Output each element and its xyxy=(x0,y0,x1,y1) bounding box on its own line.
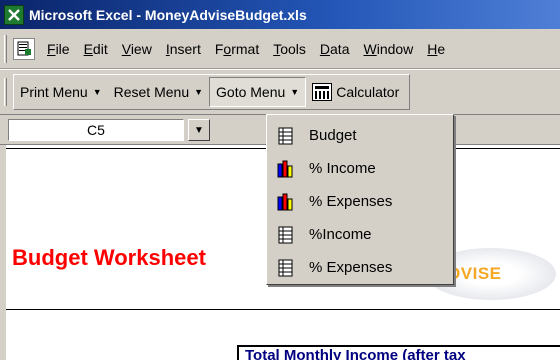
goto-item-percent-income-chart[interactable]: % Income xyxy=(267,152,453,185)
custom-toolbar: Print Menu ▼ Reset Menu ▼ Goto Menu ▼ Ca… xyxy=(0,69,560,115)
worksheet-icon xyxy=(275,126,297,146)
menu-data-label: ata xyxy=(330,40,350,57)
logo-text: DVISE xyxy=(448,264,502,283)
income-table-header[interactable]: Total Monthly Income (after tax xyxy=(237,345,560,360)
menu-help[interactable]: He xyxy=(420,41,452,57)
toolbar-grip[interactable] xyxy=(4,78,7,106)
menu-data-accel: D xyxy=(319,40,331,57)
goto-menu-button[interactable]: Goto Menu ▼ xyxy=(209,77,307,107)
goto-item-percent-income-sheet[interactable]: %Income xyxy=(267,218,453,251)
print-menu-button[interactable]: Print Menu ▼ xyxy=(14,77,108,107)
menu-format-label-b: rmat xyxy=(231,40,260,57)
menu-window-label: indow xyxy=(376,40,414,57)
menu-view-label: iew xyxy=(130,40,152,57)
bar-chart-icon xyxy=(275,192,297,212)
menu-edit-label: dit xyxy=(92,40,108,57)
goto-menu-dropdown: Budget % Income % Expenses %Income % Exp… xyxy=(266,114,454,285)
calculator-label: Calculator xyxy=(336,84,400,100)
goto-item-label: Budget xyxy=(309,127,357,144)
name-box[interactable]: C5 xyxy=(8,119,184,141)
menu-file-label: ile xyxy=(55,40,70,57)
menu-file-accel: F xyxy=(47,40,56,57)
menu-tools-label: ools xyxy=(280,40,306,57)
calculator-icon xyxy=(312,83,333,101)
menu-format[interactable]: Format xyxy=(208,41,266,57)
reset-menu-button[interactable]: Reset Menu ▼ xyxy=(108,77,209,107)
print-menu-label: Print Menu xyxy=(20,84,88,100)
toolbar-frame: Print Menu ▼ Reset Menu ▼ Goto Menu ▼ Ca… xyxy=(13,74,411,110)
budget-worksheet-heading: Budget Worksheet xyxy=(12,245,206,270)
menu-view-accel: V xyxy=(121,40,131,57)
menu-bar-grip[interactable] xyxy=(4,34,7,63)
menu-insert-label: nsert xyxy=(169,40,201,57)
bar-chart-icon xyxy=(275,159,297,179)
menu-bar: File Edit View Insert Format Tools Data … xyxy=(0,29,560,69)
title-bar: Microsoft Excel - MoneyAdviseBudget.xls xyxy=(0,0,560,29)
menu-insert[interactable]: Insert xyxy=(159,41,208,57)
goto-item-budget[interactable]: Budget xyxy=(267,119,453,152)
reset-menu-label: Reset Menu xyxy=(113,84,190,100)
menu-help-accel: H xyxy=(427,40,438,57)
goto-item-label: % Expenses xyxy=(309,259,393,276)
menu-help-label: e xyxy=(437,40,446,57)
menu-window[interactable]: Window xyxy=(356,41,420,57)
menu-data[interactable]: Data xyxy=(313,41,357,57)
caret-down-icon: ▼ xyxy=(290,87,300,97)
goto-menu-label: Goto Menu xyxy=(216,84,286,100)
document-icon[interactable] xyxy=(13,37,35,60)
worksheet-icon xyxy=(275,225,297,245)
window-title: Microsoft Excel - MoneyAdviseBudget.xls xyxy=(29,6,307,23)
goto-item-label: % Income xyxy=(309,160,376,177)
caret-down-icon: ▼ xyxy=(92,87,102,97)
name-box-dropdown-icon[interactable]: ▼ xyxy=(188,119,210,141)
menu-window-accel: W xyxy=(363,40,377,57)
goto-item-percent-expenses-chart[interactable]: % Expenses xyxy=(267,185,453,218)
worksheet-icon xyxy=(275,258,297,278)
goto-item-label: %Income xyxy=(309,226,372,243)
caret-down-icon: ▼ xyxy=(194,87,204,97)
menu-file[interactable]: File xyxy=(40,41,77,57)
menu-edit-accel: E xyxy=(83,40,93,57)
row-divider xyxy=(6,309,560,310)
calculator-button[interactable]: Calculator xyxy=(306,77,405,107)
menu-edit[interactable]: Edit xyxy=(77,41,115,57)
goto-item-percent-expenses-sheet[interactable]: % Expenses xyxy=(267,251,453,284)
menu-view[interactable]: View xyxy=(115,41,159,57)
goto-item-label: % Expenses xyxy=(309,193,393,210)
excel-app-icon[interactable] xyxy=(4,4,24,25)
menu-tools[interactable]: Tools xyxy=(266,41,313,57)
